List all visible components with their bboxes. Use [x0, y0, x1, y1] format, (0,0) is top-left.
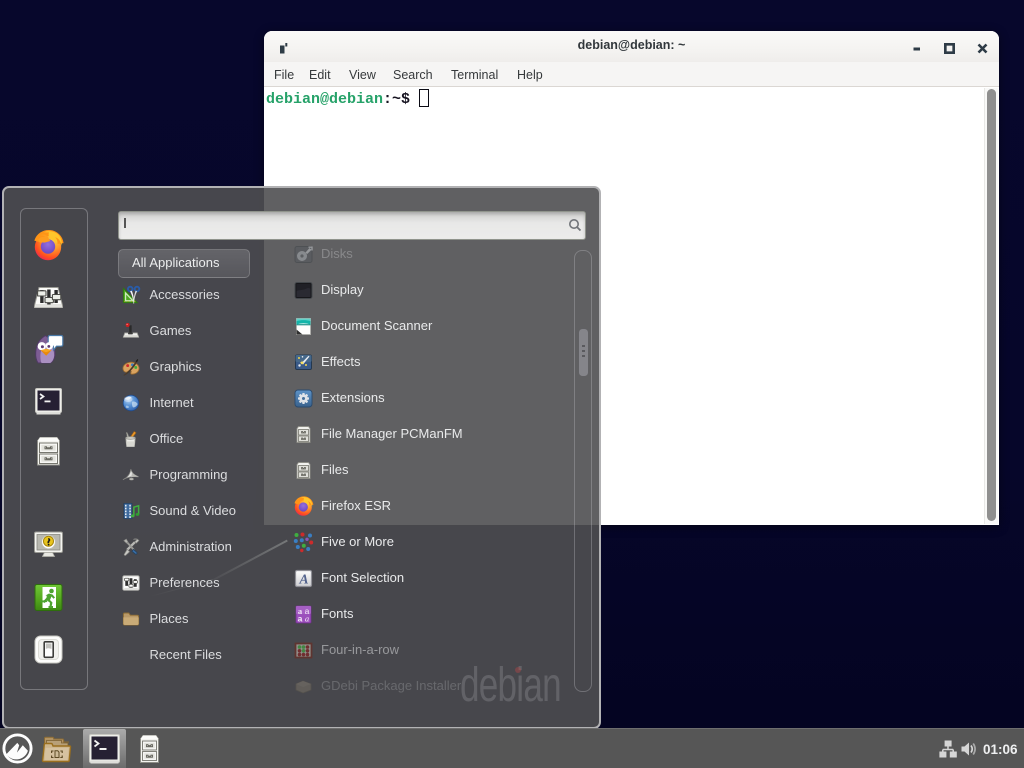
svg-text:A: A [298, 572, 308, 587]
svg-text:a: a [305, 614, 309, 624]
svg-text:a: a [298, 614, 303, 624]
